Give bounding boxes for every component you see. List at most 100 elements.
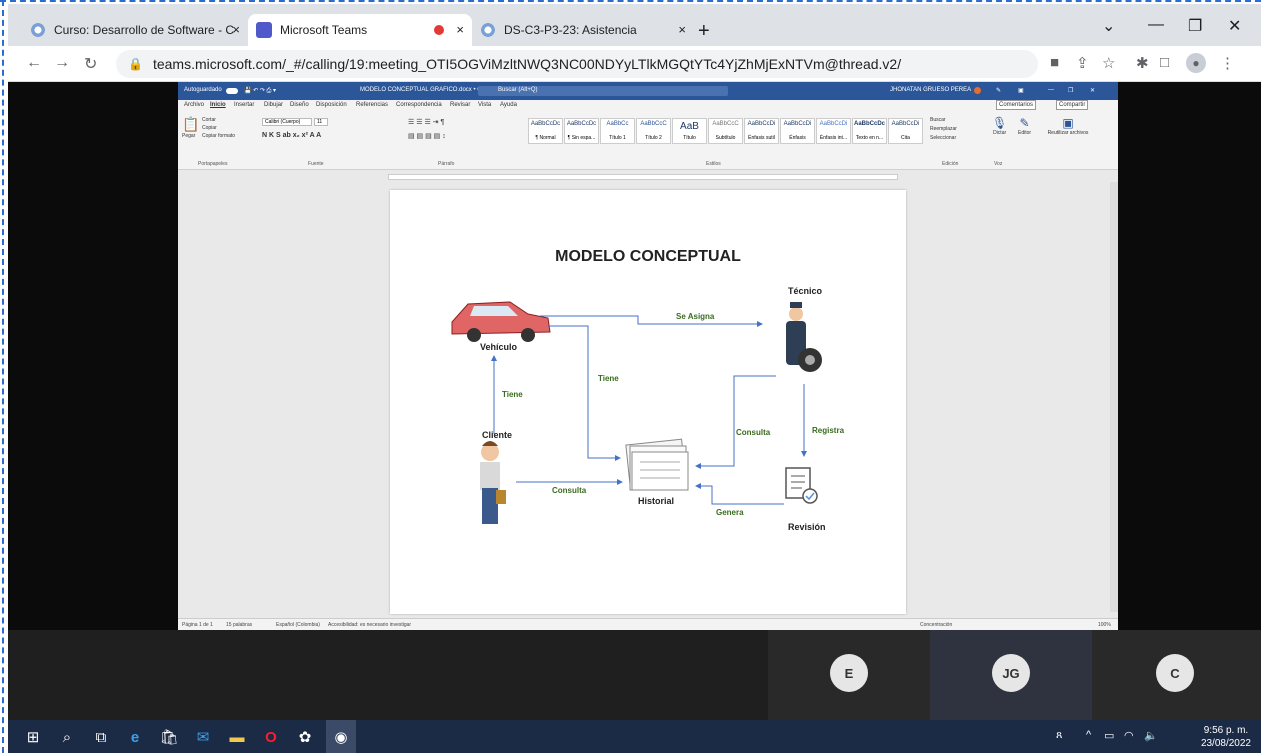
select-button[interactable]: Seleccionar bbox=[930, 134, 957, 143]
style-normal[interactable]: AaBbCcDc ¶ Normal bbox=[528, 118, 563, 144]
paste-icon[interactable]: 📋 bbox=[182, 116, 199, 133]
participant-tile[interactable]: C bbox=[1092, 630, 1261, 720]
technician-icon bbox=[786, 302, 822, 372]
people-icon[interactable]: ጸ bbox=[1056, 729, 1062, 742]
new-tab-button[interactable]: + bbox=[698, 20, 710, 43]
camera-icon[interactable]: ■ bbox=[1050, 54, 1059, 71]
tab-revisar[interactable]: Revisar bbox=[450, 102, 470, 108]
paste-button[interactable]: Pegar bbox=[182, 133, 199, 139]
file-explorer-icon[interactable]: ▬ bbox=[226, 726, 248, 748]
style-texto-en-negrita[interactable]: AaBbCcDc Texto en n... bbox=[852, 118, 887, 144]
tab-referencias[interactable]: Referencias bbox=[356, 102, 388, 108]
share-icon[interactable]: ⇪ bbox=[1076, 54, 1089, 72]
tab-inicio[interactable]: Inicio bbox=[210, 102, 226, 108]
participant-tile[interactable]: E bbox=[768, 630, 930, 720]
minimize-icon[interactable]: — bbox=[1048, 87, 1054, 93]
cut-button[interactable]: Cortar bbox=[202, 116, 235, 124]
autosave-toggle[interactable] bbox=[226, 88, 238, 94]
chrome-icon[interactable]: ◉ bbox=[326, 720, 356, 753]
tab-disposicion[interactable]: Disposición bbox=[316, 102, 347, 108]
close-icon[interactable]: ✕ bbox=[1090, 87, 1095, 94]
focus-mode[interactable]: Concentración bbox=[920, 622, 952, 628]
close-icon[interactable]: × bbox=[678, 22, 686, 37]
participant-tile[interactable]: JG bbox=[930, 630, 1092, 720]
comments-button[interactable]: Comentarios bbox=[996, 100, 1037, 110]
wifi-icon[interactable]: ◠ bbox=[1124, 729, 1134, 742]
style-enfasis-intenso[interactable]: AaBbCcDi Énfasis int... bbox=[816, 118, 851, 144]
volume-icon[interactable]: 🔈 bbox=[1144, 729, 1158, 742]
font-format-buttons[interactable]: N K S ab x₂ x² A A bbox=[262, 132, 321, 139]
tab-ayuda[interactable]: Ayuda bbox=[500, 102, 517, 108]
meeting-stage: Autoguardado 💾 ↶ ↷ ⎙ ▾ MODELO CONCEPTUAL… bbox=[8, 82, 1261, 630]
language[interactable]: Español (Colombia) bbox=[276, 622, 320, 628]
bookmark-star-icon[interactable]: ☆ bbox=[1102, 54, 1115, 72]
style-preview: AaBbCcDc bbox=[530, 121, 561, 127]
edge-icon[interactable]: e bbox=[124, 726, 146, 748]
style-cita[interactable]: AaBbCcDi Cita bbox=[888, 118, 923, 144]
tab-dibujar[interactable]: Dibujar bbox=[264, 102, 283, 108]
editor-button[interactable]: ✎ Editor bbox=[1018, 116, 1031, 136]
clock[interactable]: 9:56 p. m. 23/08/2022 bbox=[1201, 724, 1251, 750]
opera-icon[interactable]: O bbox=[260, 726, 282, 748]
pen-icon[interactable]: ✎ bbox=[996, 87, 1001, 94]
chevron-up-icon[interactable]: ^ bbox=[1086, 729, 1091, 741]
dictate-button[interactable]: 🎙 Dictar bbox=[992, 116, 1007, 136]
replace-button[interactable]: Reemplazar bbox=[930, 125, 957, 134]
windows-start-icon[interactable]: ⊞ bbox=[22, 726, 44, 748]
browser-tab-bar: Curso: Desarrollo de Software - C × Micr… bbox=[8, 4, 1261, 46]
tab-vista[interactable]: Vista bbox=[478, 102, 491, 108]
ruler-scale bbox=[388, 174, 898, 180]
editor-label: Editor bbox=[1018, 130, 1032, 136]
format-painter-button[interactable]: Copiar formato bbox=[202, 132, 235, 140]
share-button[interactable]: Compartir bbox=[1056, 100, 1089, 110]
chevron-down-icon[interactable]: ⌄ bbox=[1102, 16, 1115, 36]
profile-icon[interactable]: ● bbox=[1186, 53, 1206, 73]
back-icon[interactable]: ← bbox=[26, 54, 42, 72]
mail-icon[interactable]: ✉ bbox=[192, 726, 214, 748]
reload-icon[interactable]: ↻ bbox=[84, 54, 97, 74]
style-titulo[interactable]: AaB Título bbox=[672, 118, 707, 144]
find-button[interactable]: Buscar bbox=[930, 116, 957, 125]
copy-button[interactable]: Copiar bbox=[202, 124, 235, 132]
close-icon[interactable]: × bbox=[456, 22, 464, 37]
url-input[interactable]: 🔒 teams.microsoft.com/_#/calling/19:meet… bbox=[116, 50, 1038, 78]
style-titulo-2[interactable]: AaBbCcC Título 2 bbox=[636, 118, 671, 144]
tab-archivo[interactable]: Archivo bbox=[184, 102, 204, 108]
menu-kebab-icon[interactable]: ⋮ bbox=[1220, 54, 1235, 72]
style-enfasis[interactable]: AaBbCcDi Énfasis bbox=[780, 118, 815, 144]
paragraph-buttons[interactable]: ☰ ☰ ☰ ⇥ ¶ bbox=[408, 118, 444, 126]
ribbon-display-icon[interactable]: ▣ bbox=[1018, 87, 1024, 94]
tab-asistencia[interactable]: DS-C3-P3-23: Asistencia × bbox=[472, 14, 694, 46]
forward-icon[interactable]: → bbox=[54, 54, 70, 72]
close-icon[interactable]: × bbox=[232, 22, 240, 37]
zoom-level[interactable]: 100% bbox=[1098, 622, 1111, 628]
extensions-icon[interactable]: ✱ bbox=[1136, 54, 1149, 72]
tab-diseno[interactable]: Diseño bbox=[290, 102, 309, 108]
style-enfasis-sutil[interactable]: AaBbCcDi Énfasis sutil bbox=[744, 118, 779, 144]
close-window-icon[interactable]: ✕ bbox=[1228, 16, 1241, 36]
style-subtitulo[interactable]: AaBbCcC Subtítulo bbox=[708, 118, 743, 144]
font-name-select[interactable]: Calibri (Cuerpo) bbox=[262, 118, 312, 126]
store-icon[interactable]: 🛍 bbox=[158, 726, 180, 748]
clock-time: 9:56 p. m. bbox=[1203, 725, 1249, 736]
tab-insertar[interactable]: Insertar bbox=[234, 102, 254, 108]
search-icon[interactable]: ⌕ bbox=[56, 726, 78, 748]
paint-icon[interactable]: ✿ bbox=[294, 726, 316, 748]
alignment-buttons[interactable]: ▤ ▤ ▤ ▤ ↕ bbox=[408, 132, 446, 140]
style-sin-espaciado[interactable]: AaBbCcDc ¶ Sin espa... bbox=[564, 118, 599, 144]
task-view-icon[interactable]: ⧉ bbox=[90, 726, 112, 748]
style-titulo-1[interactable]: AaBbCc Título 1 bbox=[600, 118, 635, 144]
restore-icon[interactable]: ❐ bbox=[1188, 16, 1202, 36]
restore-icon[interactable]: ❐ bbox=[1068, 87, 1073, 94]
reuse-files-button[interactable]: ▣ Reutilizar archivos bbox=[1046, 116, 1090, 136]
minimize-icon[interactable]: — bbox=[1148, 16, 1164, 34]
tab-curso[interactable]: Curso: Desarrollo de Software - C × bbox=[22, 14, 248, 46]
font-size-select[interactable]: 11 bbox=[314, 118, 328, 126]
accessibility-status[interactable]: Accesibilidad: es necesario investigar bbox=[328, 622, 411, 628]
shared-word-window: Autoguardado 💾 ↶ ↷ ⎙ ▾ MODELO CONCEPTUAL… bbox=[178, 82, 1118, 630]
tab-microsoft-teams[interactable]: Microsoft Teams × bbox=[248, 14, 472, 46]
vertical-scrollbar[interactable] bbox=[1110, 182, 1118, 612]
sidepanel-icon[interactable]: □ bbox=[1160, 54, 1169, 71]
tab-correspondencia[interactable]: Correspondencia bbox=[396, 102, 442, 108]
battery-icon[interactable]: ▭ bbox=[1104, 729, 1114, 742]
